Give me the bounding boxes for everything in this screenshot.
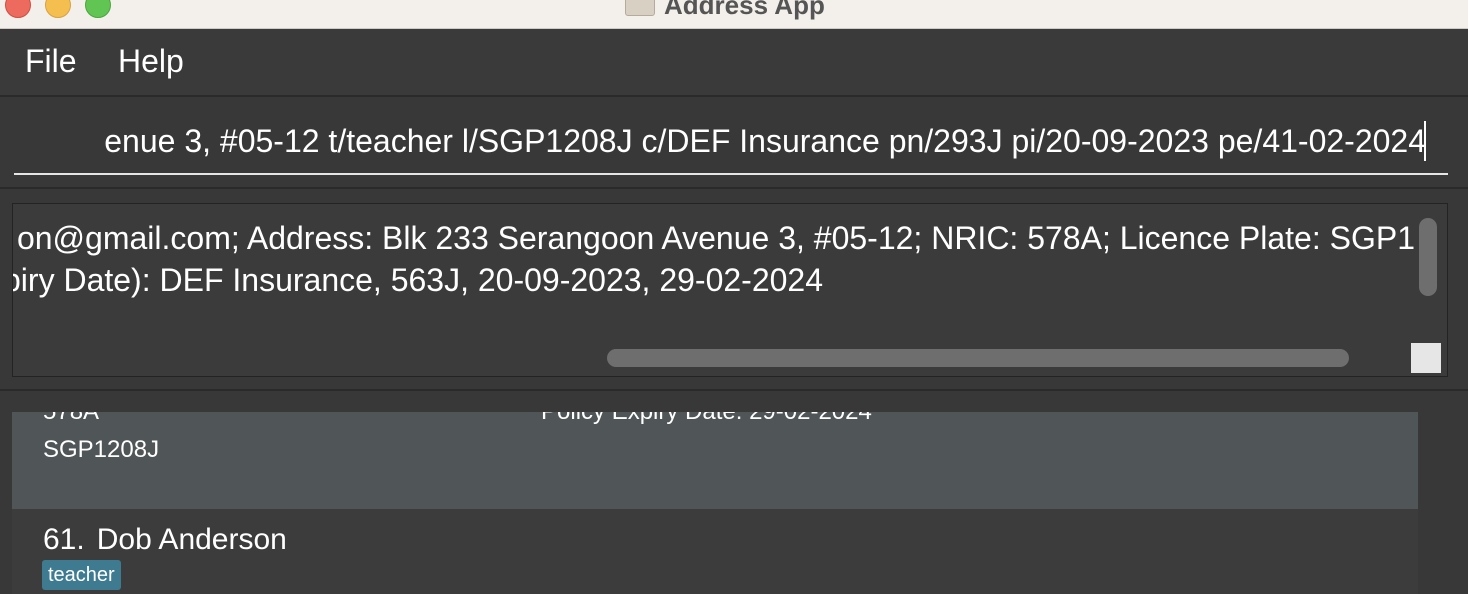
person-list: 578A SGP1208J Policy Expiry Date: 29-02-… xyxy=(0,391,1468,594)
result-display[interactable]: on@gmail.com; Address: Blk 233 Serangoon… xyxy=(12,203,1448,377)
vertical-scrollbar-thumb[interactable] xyxy=(1419,218,1437,296)
close-window-button[interactable] xyxy=(5,0,31,18)
title-bar: Address App xyxy=(0,0,1468,29)
result-display-panel: on@gmail.com; Address: Blk 233 Serangoon… xyxy=(0,189,1468,391)
scrollbar-corner xyxy=(1411,343,1441,373)
person-policy-expiry: Policy Expiry Date: 29-02-2024 xyxy=(541,412,872,426)
zoom-window-button[interactable] xyxy=(85,0,111,18)
text-caret xyxy=(1424,121,1426,161)
person-licence-plate: SGP1208J xyxy=(43,436,160,463)
person-index: 61. xyxy=(43,523,85,556)
person-name-line: 61. Dob Anderson xyxy=(43,523,287,557)
person-tag: teacher xyxy=(42,560,121,590)
result-line-2: piry Date): DEF Insurance, 563J, 20-09-2… xyxy=(12,262,824,298)
result-line-1: on@gmail.com; Address: Blk 233 Serangoon… xyxy=(16,220,1415,256)
app-icon xyxy=(625,0,655,16)
horizontal-scrollbar-thumb[interactable] xyxy=(607,349,1349,367)
person-card-selected[interactable]: 578A SGP1208J Policy Expiry Date: 29-02-… xyxy=(12,412,1418,509)
menu-bar: File Help xyxy=(0,29,1468,97)
minimize-window-button[interactable] xyxy=(45,0,71,18)
person-nric: 578A xyxy=(43,412,99,426)
menu-file[interactable]: File xyxy=(25,43,77,80)
command-input[interactable]: enue 3, #05-12 t/teacher l/SGP1208J c/DE… xyxy=(14,115,1448,175)
person-name: Dob Anderson xyxy=(96,523,287,556)
menu-help[interactable]: Help xyxy=(118,43,184,80)
command-box: enue 3, #05-12 t/teacher l/SGP1208J c/DE… xyxy=(0,97,1468,189)
person-card[interactable]: 61. Dob Anderson teacher xyxy=(12,509,1418,594)
window-title: Address App xyxy=(664,0,825,20)
command-input-text: enue 3, #05-12 t/teacher l/SGP1208J c/DE… xyxy=(104,123,1426,159)
